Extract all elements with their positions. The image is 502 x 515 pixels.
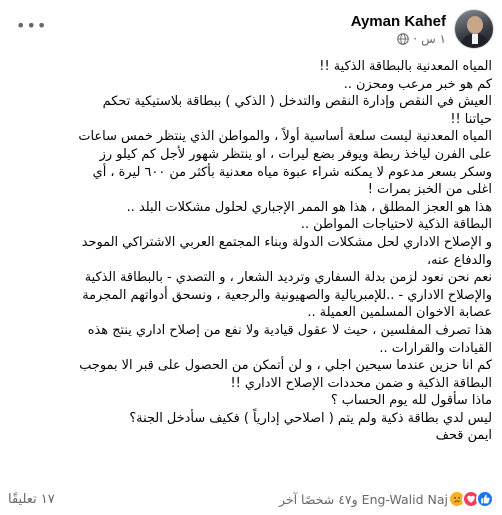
post-line: نعم نحن نعود لزمن بدلة السفاري وترديد ال…	[84, 270, 492, 286]
post-header: Ayman Kahef ١ س ·	[351, 6, 494, 52]
post-line: ليس لدي بطاقة ذكية ولم يتم ( اصلاحي إدار…	[129, 410, 492, 426]
post-line: المياه المعدنية ليست سلعة أساسية أولاً ،…	[78, 129, 492, 145]
post-text: المياه المعدنية بالبطاقة الذكية !! كم هو…	[8, 58, 492, 445]
post-line: ايمن قحف	[435, 428, 492, 444]
post-meta: Ayman Kahef ١ س ·	[351, 13, 446, 46]
post-line: حياتنا !!	[450, 111, 492, 127]
post-line: كم هو خبر مرعب ومحزن ..	[343, 76, 492, 92]
author-name[interactable]: Ayman Kahef	[351, 13, 446, 30]
post-line: اغلى من الخبز بمرات !	[367, 182, 492, 198]
like-icon	[476, 490, 494, 508]
more-options-icon[interactable]: •••	[16, 18, 47, 34]
post-footer: ١٧ تعليقًا Eng-Walid Naj و٤٧ شخصًا آخر	[0, 483, 502, 515]
post-line: العيش في النقص وإدارة النقص والتدخل ( ال…	[102, 94, 492, 110]
post-line: كم انا حزين عندما سيحين اجلي ، و لن أتمك…	[79, 358, 492, 374]
post-line: البطاقة الذكية و ضمن محددات الإصلاح الاد…	[230, 375, 492, 391]
post-line: و الإصلاح الاداري لحل مشكلات الدولة وبنا…	[81, 234, 492, 250]
post-line: عصابة الاخوان المسلمين العميلة ..	[307, 305, 492, 321]
post-line: والإصلاح الاداري - ..للإمبريالية والصهيو…	[82, 287, 492, 303]
comments-count[interactable]: ١٧ تعليقًا	[8, 492, 55, 507]
post-line: والدفاع عنه،	[426, 252, 492, 268]
post-line: القيادات والقرارات ..	[379, 340, 492, 356]
author-avatar[interactable]	[454, 9, 494, 49]
post-line: المياه المعدنية بالبطاقة الذكية !!	[319, 59, 492, 74]
post-line: هذا هو العجز المطلق ، هذا هو الممر الإجب…	[126, 199, 492, 215]
reactions-summary[interactable]: Eng-Walid Naj و٤٧ شخصًا آخر	[279, 490, 494, 508]
post-line: على الفرن لياخذ ربطة ويوفر بضع ليرات ، ا…	[99, 146, 492, 162]
reactions-text[interactable]: Eng-Walid Naj و٤٧ شخصًا آخر	[279, 492, 448, 507]
reaction-icons[interactable]	[448, 490, 494, 508]
post-line: وسكر بسعر مدعوم لا يمكنه شراء عبوة مياه …	[92, 164, 492, 180]
post-line: البطاقة الذكية لاحتياجات المواطن ..	[300, 217, 492, 233]
post-time[interactable]: ١ س	[421, 32, 446, 46]
globe-icon	[397, 32, 410, 45]
time-separator: ·	[413, 31, 418, 46]
post-time-row: ١ س ·	[397, 32, 446, 46]
post-line: ماذا سأقول لله يوم الحساب ؟	[330, 393, 492, 409]
post-line: هذا تصرف المفلسين ، حيث لا عقول قيادية و…	[87, 322, 492, 338]
